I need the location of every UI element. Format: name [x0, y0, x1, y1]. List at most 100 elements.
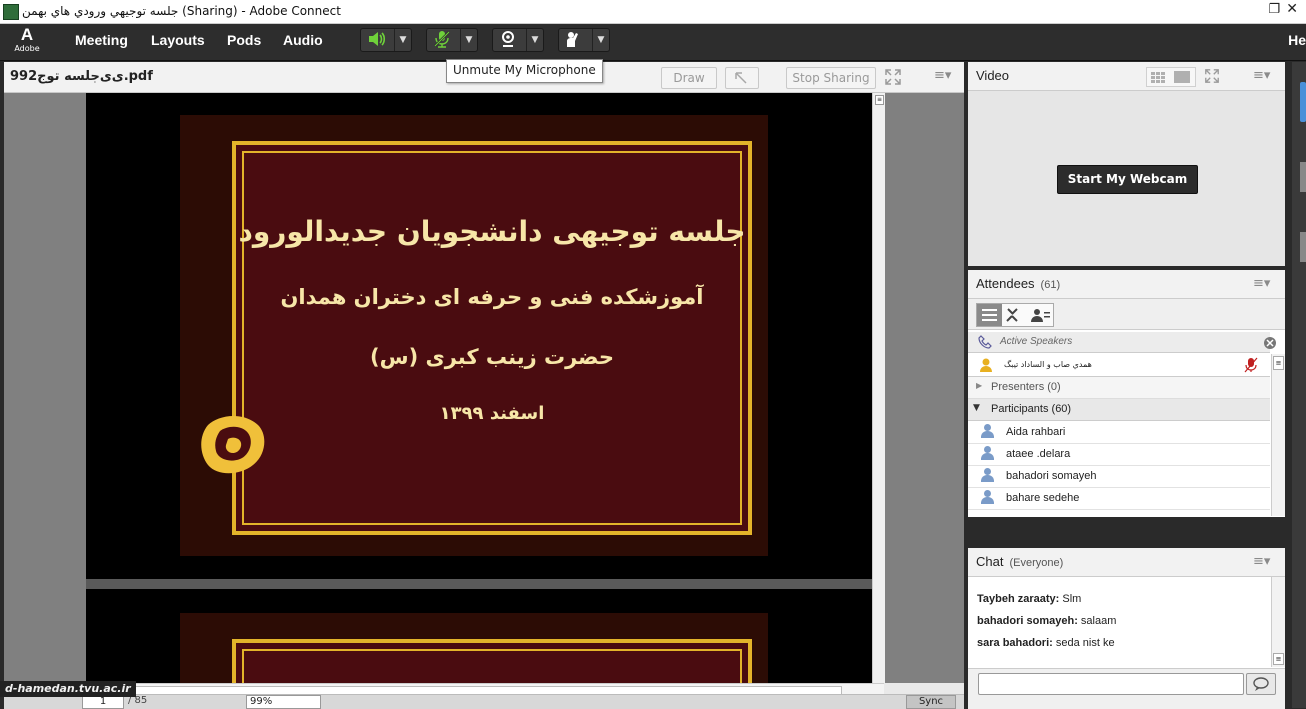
right-edge-strip [1292, 62, 1306, 708]
slide-1: جلسه توجیهی دانشجویان جدیدالورود آموزشکد… [180, 115, 768, 556]
scroll-thumb[interactable]: ≡ [1273, 356, 1284, 370]
microphone-button[interactable]: ▼ [426, 28, 478, 52]
webcam-icon [502, 31, 514, 47]
menu-help-truncated[interactable]: He [1288, 32, 1306, 48]
list-item[interactable]: Aida rahbari [968, 421, 1270, 444]
fullscreen-icon[interactable] [1204, 68, 1220, 88]
share-pod-footer: 1 / 85 99% Sync [4, 694, 964, 709]
chat-pod: Chat (Everyone) ≡▾ Taybeh zaraaty: Slm ba… [968, 548, 1285, 709]
menu-meeting[interactable]: Meeting [75, 32, 128, 48]
side-tab[interactable] [1300, 162, 1306, 192]
view-switcher[interactable] [976, 303, 1054, 327]
menu-pods[interactable]: Pods [227, 32, 261, 48]
side-tab[interactable] [1300, 82, 1306, 122]
video-pod: Video ≡▾ Start My Webcam [968, 62, 1285, 266]
participants-label: Participants (60) [991, 403, 1072, 415]
user-icon [980, 424, 994, 439]
presenters-group[interactable]: ▶ Presenters (0) [968, 377, 1270, 399]
unmute-tooltip: Unmute My Microphone [446, 59, 603, 83]
webcam-button[interactable]: ▼ [492, 28, 544, 52]
sync-button[interactable]: Sync [906, 695, 956, 709]
menu-layouts[interactable]: Layouts [151, 32, 205, 48]
presenters-label: Presenters (0) [991, 381, 1061, 393]
chat-message: bahadori somayeh: salaam [977, 615, 1117, 627]
speaker-button[interactable]: ▼ [360, 28, 412, 52]
share-pod: ی‌ی‌جلسه توج992.pdf Draw Stop Sharing ≡▾… [4, 62, 964, 709]
speaker-icon [369, 32, 386, 46]
attendees-pod-header: Attendees (61) ≡▾ [968, 270, 1285, 299]
attendee-name: ataee .delara [1006, 448, 1071, 460]
zoom-select[interactable]: 99% [246, 695, 321, 709]
chevron-down-icon[interactable]: ▼ [394, 29, 411, 51]
list-item[interactable]: bahare sedehe [968, 487, 1270, 510]
user-icon [980, 446, 994, 461]
side-tab[interactable] [1300, 232, 1306, 262]
slide-title: جلسه توجیهی دانشجویان جدیدالورود [238, 215, 746, 248]
maximize-icon[interactable]: ❐ [1268, 2, 1280, 17]
stop-sharing-button[interactable]: Stop Sharing [786, 67, 876, 89]
video-area: Start My Webcam [968, 91, 1285, 266]
pointer-icon [735, 72, 747, 84]
close-circle-icon[interactable] [1263, 336, 1277, 350]
scroll-thumb[interactable]: ≡ [875, 95, 884, 105]
page-number-input[interactable]: 1 [82, 695, 124, 709]
slide-frame: جلسه توجیهی دانشجویان جدیدالورود آموزشکد… [232, 141, 752, 535]
chevron-down-icon[interactable]: ▼ [592, 29, 609, 51]
pointer-button[interactable] [725, 67, 759, 89]
list-item[interactable]: bahadori somayeh [968, 465, 1270, 488]
active-speakers-label: Active Speakers [1000, 336, 1073, 347]
active-speaker-row[interactable]: همدي صاب و الساداد تيبگ [968, 354, 1270, 377]
menu-audio[interactable]: Audio [283, 32, 323, 48]
active-speakers-header: Active Speakers [968, 332, 1270, 353]
chat-scrollbar[interactable]: ≡ [1271, 577, 1285, 667]
send-message-button[interactable] [1246, 673, 1276, 695]
chevron-down-icon[interactable]: ▼ [460, 29, 477, 51]
chevron-down-icon[interactable]: ▼ [973, 403, 980, 413]
chat-pod-title: Chat (Everyone) [976, 554, 1064, 569]
chevron-down-icon[interactable]: ▼ [526, 29, 543, 51]
document-vertical-scrollbar[interactable]: ≡ [872, 93, 885, 683]
user-icon [980, 468, 994, 483]
user-icon [980, 490, 994, 505]
window-title: جلسه توجيهي ورودي هاي بهمن (Sharing) - A… [22, 4, 341, 18]
chevron-right-icon[interactable]: ▶ [976, 381, 982, 390]
active-speaker-name: همدي صاب و الساداد تيبگ [1004, 360, 1092, 369]
chat-message: sara bahadori: seda nist ke [977, 637, 1115, 649]
pod-options-icon[interactable]: ≡▾ [1253, 554, 1270, 569]
mic-muted-icon [434, 31, 450, 48]
pod-options-icon[interactable]: ≡▾ [1253, 276, 1270, 291]
list-item[interactable]: ataee .delara [968, 443, 1270, 466]
close-icon[interactable]: ✕ [1286, 1, 1298, 17]
scroll-thumb[interactable]: ≡ [1273, 653, 1284, 665]
chat-input-bar [968, 668, 1285, 709]
chat-pod-header: Chat (Everyone) ≡▾ [968, 548, 1285, 577]
page-separator [86, 579, 872, 589]
attendees-pod: Attendees (61) ≡▾ Active Speakers همدي صا… [968, 270, 1285, 517]
chat-scope: (Everyone) [1009, 557, 1064, 569]
attendee-count: (61) [1040, 279, 1061, 291]
chat-input[interactable] [978, 673, 1244, 695]
video-pod-title: Video [976, 68, 1010, 83]
raise-hand-icon [567, 32, 578, 47]
attendee-view-toolbar [968, 299, 1285, 330]
raise-hand-button[interactable]: ▼ [558, 28, 610, 52]
start-webcam-button[interactable]: Start My Webcam [1057, 165, 1198, 194]
participants-group[interactable]: ▼ Participants (60) [968, 399, 1270, 421]
pod-options-icon[interactable]: ≡▾ [934, 68, 951, 83]
draw-button[interactable]: Draw [661, 67, 717, 89]
slide-subtitle: آموزشکده فنی و حرفه ای دختران همدان [280, 285, 704, 309]
fullscreen-icon[interactable] [884, 68, 902, 90]
slide-2-frame [232, 639, 752, 683]
video-pod-header: Video ≡▾ [968, 62, 1285, 91]
pod-options-icon[interactable]: ≡▾ [1253, 68, 1270, 83]
slide-inner-frame [242, 151, 742, 525]
phone-icon [978, 335, 992, 349]
slide-2 [180, 613, 768, 683]
attendees-scrollbar[interactable]: ≡ [1271, 354, 1285, 516]
presenter-icon [980, 358, 992, 372]
slide-date: اسفند ۱۳۹۹ [439, 403, 545, 424]
attendee-name: bahadori somayeh [1006, 470, 1097, 482]
video-layout-buttons[interactable] [1146, 67, 1196, 87]
college-logo-icon [201, 415, 265, 474]
document-viewer[interactable]: جلسه توجیهی دانشجویان جدیدالورود آموزشکد… [4, 93, 964, 698]
